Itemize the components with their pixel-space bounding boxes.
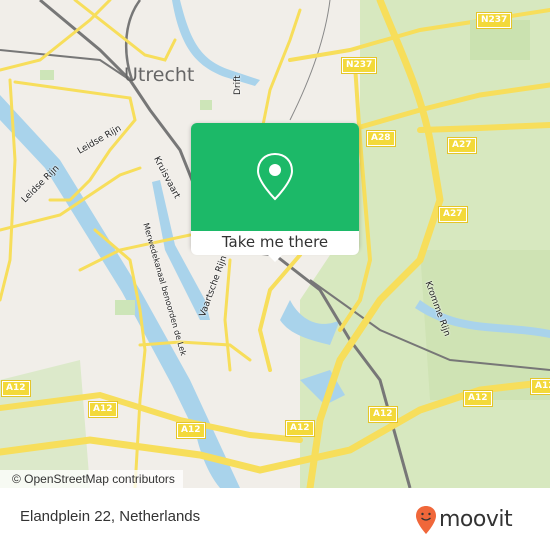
road-shield: A12 bbox=[530, 378, 550, 395]
road-shield: A12 bbox=[176, 422, 206, 439]
popup-pointer bbox=[266, 253, 284, 262]
road-shield: A12 bbox=[368, 406, 398, 423]
map-attribution[interactable]: © OpenStreetMap contributors bbox=[0, 470, 183, 488]
location-pin-icon bbox=[256, 152, 294, 201]
take-me-there-button[interactable]: Take me there bbox=[191, 231, 359, 255]
street-label-drift: Drift bbox=[233, 75, 243, 95]
road-shield: N237 bbox=[475, 12, 513, 29]
road-shield: N237 bbox=[340, 57, 378, 74]
road-shield: A12 bbox=[285, 420, 315, 437]
city-label: Utrecht bbox=[124, 64, 195, 86]
moovit-logo[interactable]: moovit bbox=[415, 505, 513, 535]
address-label: Elandplein 22, Netherlands bbox=[20, 508, 201, 525]
popup-header bbox=[191, 123, 359, 231]
road-shield: A27 bbox=[447, 137, 477, 154]
road-shield: A12 bbox=[463, 390, 493, 407]
road-shield: A12 bbox=[1, 380, 31, 397]
road-shield: A27 bbox=[438, 206, 468, 223]
moovit-wordmark: moovit bbox=[439, 507, 513, 532]
destination-popup: Take me there bbox=[191, 123, 359, 262]
road-shield: A12 bbox=[88, 401, 118, 418]
moovit-pin-icon bbox=[416, 506, 436, 534]
road-shield: A28 bbox=[366, 130, 396, 147]
